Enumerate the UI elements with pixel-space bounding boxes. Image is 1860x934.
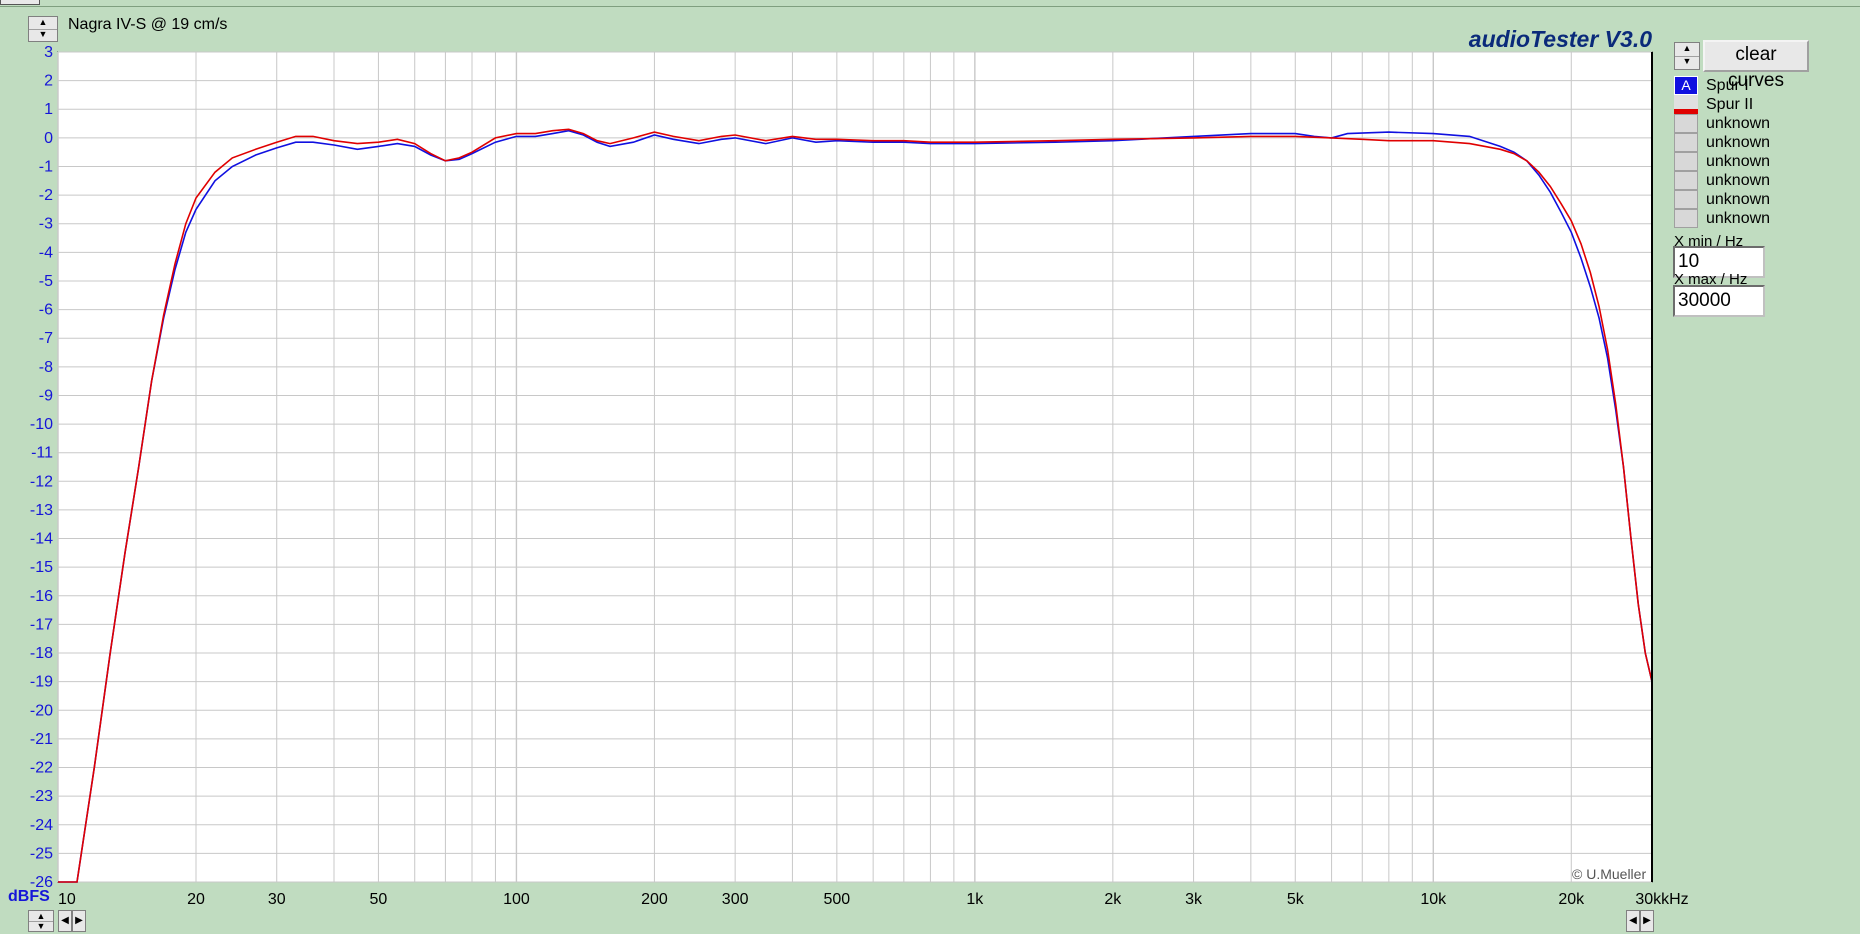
- legend-label: unknown: [1706, 153, 1771, 170]
- y-tick-label: -7: [39, 330, 53, 347]
- y-tick-labels: 3 2 1 0 -1 -2 -3 -4 -5 -6 -7 -8 -9 -10 -11 -12 -13 -14 -15…: [30, 44, 53, 891]
- y-tick-label: -15: [30, 559, 53, 576]
- curve-selector[interactable]: [1674, 209, 1698, 228]
- chevron-up-icon[interactable]: ▲: [1675, 43, 1699, 57]
- y-tick-label: 1: [44, 101, 53, 118]
- y-tick-label: -3: [39, 216, 53, 233]
- y-tick-label: 0: [44, 130, 53, 147]
- y-tick-label: 3: [44, 44, 53, 61]
- y-tick-label: -14: [30, 531, 53, 548]
- y-tick-label: -24: [30, 817, 53, 834]
- y-tick-label: -17: [30, 616, 53, 633]
- legend-label: unknown: [1706, 172, 1771, 189]
- x-tick-label: 2k: [1104, 891, 1122, 908]
- curve-spinner[interactable]: ▲ ▼: [1674, 42, 1700, 70]
- scroll-right-icon[interactable]: ▶: [1640, 910, 1654, 932]
- x-tick-label: 200: [641, 891, 668, 908]
- x-tick-label: 300: [722, 891, 749, 908]
- y-tick-label: -5: [39, 273, 53, 290]
- y-tick-label: -8: [39, 359, 53, 376]
- y-tick-label: -2: [39, 187, 53, 204]
- chevron-down-icon[interactable]: ▼: [29, 921, 53, 931]
- x-tick-label: 20: [187, 891, 205, 908]
- curve-selector[interactable]: A: [1674, 76, 1698, 95]
- curve-selector[interactable]: [1674, 114, 1698, 133]
- curve-selector[interactable]: [1674, 152, 1698, 171]
- curve-selector[interactable]: [1674, 171, 1698, 190]
- y-tick-label: -11: [31, 445, 53, 462]
- x-tick-label: 1k: [966, 891, 984, 908]
- legend-label: unknown: [1706, 134, 1771, 151]
- legend-label: unknown: [1706, 115, 1771, 132]
- copyright-text: © U.Mueller: [1572, 866, 1647, 882]
- y-tick-label: -23: [30, 788, 53, 805]
- y-tick-label: -22: [30, 760, 53, 777]
- x-tick-label: 10: [58, 891, 76, 908]
- x-tick-label: 500: [823, 891, 850, 908]
- curve-selector[interactable]: [1674, 190, 1698, 209]
- scroll-left-icon[interactable]: ◀: [1626, 910, 1640, 932]
- x-tick-label: 30: [268, 891, 286, 908]
- x-tick-label: 100: [503, 891, 530, 908]
- y-tick-label: -19: [30, 674, 53, 691]
- x-tick-label: 3k: [1185, 891, 1203, 908]
- x-tick-label: 30kkHz: [1635, 891, 1688, 908]
- y-tick-label: 2: [44, 73, 53, 90]
- scroll-left-icon[interactable]: ◀: [58, 910, 72, 932]
- curve-selector[interactable]: [1674, 133, 1698, 152]
- y-tick-label: -13: [30, 502, 53, 519]
- y-axis-label: dBFS: [8, 888, 50, 905]
- clear-curves-button[interactable]: clear curves: [1703, 40, 1809, 91]
- y-tick-label: -10: [30, 416, 53, 433]
- x-max-input[interactable]: [1673, 285, 1765, 317]
- y-tick-label: -18: [30, 645, 53, 662]
- scroll-right-icon[interactable]: ▶: [72, 910, 86, 932]
- x-tick-label: 20k: [1558, 891, 1585, 908]
- chevron-down-icon[interactable]: ▼: [1675, 56, 1699, 69]
- y-tick-label: -9: [39, 387, 53, 404]
- y-tick-label: -21: [30, 731, 53, 748]
- y-tick-label: -6: [39, 302, 53, 319]
- legend-label: unknown: [1706, 210, 1771, 227]
- y-tick-label: -12: [30, 473, 53, 490]
- x-min-spinner[interactable]: ▲ ▼: [28, 910, 54, 932]
- y-tick-label: -16: [30, 588, 53, 605]
- x-tick-label: 5k: [1287, 891, 1305, 908]
- y-tick-label: -25: [30, 845, 53, 862]
- x-tick-label: 50: [370, 891, 388, 908]
- y-tick-label: -4: [39, 244, 53, 261]
- legend-label: Spur I: [1706, 77, 1749, 94]
- frequency-response-chart: 3210-1-2-3-4-5-6-7-8-9-10-11-12-13-14-15…: [30, 44, 1689, 908]
- plot-area: [57, 51, 1653, 883]
- curve-selector[interactable]: [1674, 95, 1698, 114]
- legend-label: Spur II: [1706, 96, 1754, 113]
- legend-label: unknown: [1706, 191, 1771, 208]
- x-tick-label: 10k: [1420, 891, 1447, 908]
- x-tick-labels: 10 20 30 50 100 200 300 500 1k 2k 3k 5k 10k 20k 30kkHz: [58, 891, 1689, 908]
- y-tick-label: -20: [30, 702, 53, 719]
- y-tick-label: -1: [39, 158, 53, 175]
